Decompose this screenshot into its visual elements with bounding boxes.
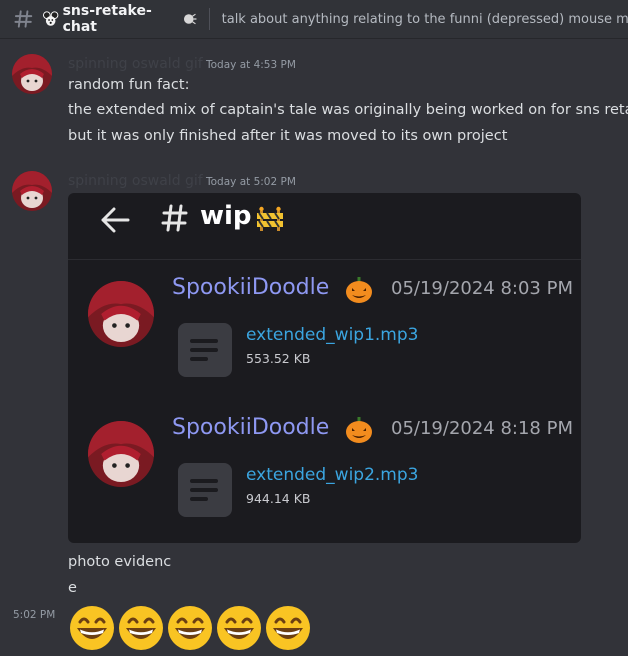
message-line: but it was only finished after it was mo… [68,128,508,144]
file-name-link: extended_wip1.mp3 [246,325,419,345]
grinning-face-icon [70,606,114,650]
message-line: random fun fact: [68,77,190,93]
avatar [88,421,154,487]
back-arrow-icon [101,207,130,233]
embed-post: SpookiiDoodle 05/19/2024 8:03 PM extende… [68,275,581,395]
embed-channel-bar: wip [68,193,581,260]
speech-head-icon [184,13,197,25]
post-date: 05/19/2024 8:03 PM [391,278,573,299]
channel-name[interactable]: sns-retake-chat [63,3,182,35]
embed-channel-name: wip [200,201,252,231]
channel-header: sns-retake-chat talk about anything rela… [0,0,628,39]
file-document-icon [178,463,232,517]
avatar[interactable] [12,54,52,94]
channel-topic[interactable]: talk about anything relating to the funn… [222,12,628,27]
post-date: 05/19/2024 8:18 PM [391,418,573,439]
file-document-icon [178,323,232,377]
file-size: 553.52 KB [246,351,311,366]
message-line: the extended mix of captain's tale was o… [68,102,628,118]
post-author: SpookiiDoodle [172,275,330,300]
jack-o-lantern-icon [346,417,372,443]
file-size: 944.14 KB [246,491,311,506]
hash-icon [14,10,33,28]
avatar [88,281,154,347]
grinning-face-icon [266,606,310,650]
hover-timestamp: 5:02 PM [13,609,56,621]
construction-barrier-icon [257,206,283,231]
message-line: photo evidenc [68,554,172,570]
jack-o-lantern-icon [346,277,372,303]
hash-icon [161,204,188,232]
message-1: spinning oswald gif Today at 4:53 PM ran… [0,52,628,152]
username[interactable]: spinning oswald gif [68,56,203,72]
emoji-row [68,604,312,652]
grinning-face-icon [168,606,212,650]
grinning-face-icon [217,606,261,650]
avatar[interactable] [12,171,52,211]
grinning-face-icon [119,606,163,650]
timestamp: Today at 5:02 PM [206,176,296,188]
mouse-face-icon [43,11,59,26]
username[interactable]: spinning oswald gif [68,173,203,189]
post-author: SpookiiDoodle [172,415,330,440]
message-line: e [68,580,77,596]
timestamp: Today at 4:53 PM [206,59,296,71]
embed-post: SpookiiDoodle 05/19/2024 8:18 PM extende… [68,415,581,535]
attached-image[interactable]: wip SpookiiDoodle 05/19/2024 8:03 PM ext… [68,193,581,543]
file-name-link: extended_wip2.mp3 [246,465,419,485]
header-divider [208,8,210,30]
